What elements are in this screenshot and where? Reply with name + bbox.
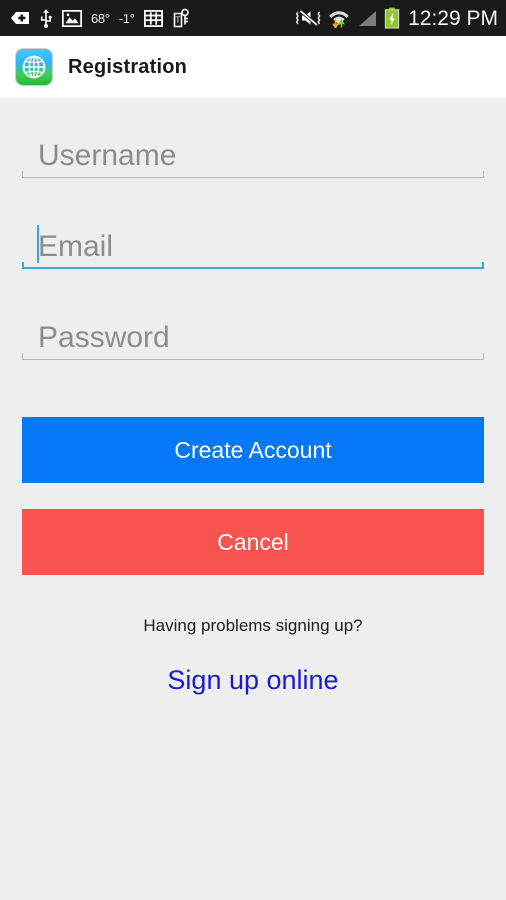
tmobile-key-tag-icon: T bbox=[172, 8, 192, 28]
svg-text:T: T bbox=[175, 16, 180, 25]
status-bar: 68° -1° T 12:29 PM bbox=[0, 0, 506, 36]
battery-charging-icon bbox=[384, 7, 400, 29]
sound-muted-vibrate-icon bbox=[296, 8, 322, 28]
status-bar-left-group: 68° -1° T bbox=[10, 8, 192, 28]
email-input[interactable]: Email bbox=[22, 219, 484, 269]
registration-form: Username Email Password Create Account C… bbox=[0, 98, 506, 900]
cancel-button[interactable]: Cancel bbox=[22, 509, 484, 575]
image-gallery-icon bbox=[62, 9, 82, 27]
sign-up-online-link[interactable]: Sign up online bbox=[0, 665, 506, 696]
email-placeholder: Email bbox=[38, 230, 114, 263]
help-text: Having problems signing up? bbox=[143, 616, 363, 635]
app-bar: Registration bbox=[0, 36, 506, 98]
add-tag-icon bbox=[10, 10, 30, 26]
status-bar-right-group: 12:29 PM bbox=[296, 7, 498, 29]
wifi-data-transfer-icon bbox=[328, 8, 350, 28]
calculator-grid-icon bbox=[143, 9, 163, 27]
email-underline bbox=[22, 262, 484, 269]
password-placeholder: Password bbox=[38, 321, 170, 354]
status-bar-clock: 12:29 PM bbox=[408, 6, 498, 30]
temperature-primary: 68° bbox=[91, 10, 110, 26]
globe-app-icon bbox=[16, 49, 52, 85]
create-account-button[interactable]: Create Account bbox=[22, 417, 484, 483]
page-title: Registration bbox=[68, 55, 188, 78]
password-input[interactable]: Password bbox=[22, 310, 484, 360]
cell-signal-icon bbox=[356, 9, 378, 28]
temperature-secondary: -1° bbox=[118, 10, 135, 26]
username-underline bbox=[22, 171, 484, 178]
password-underline bbox=[22, 353, 484, 360]
username-input[interactable]: Username bbox=[22, 128, 484, 178]
usb-icon bbox=[39, 8, 53, 28]
username-placeholder: Username bbox=[38, 139, 177, 172]
